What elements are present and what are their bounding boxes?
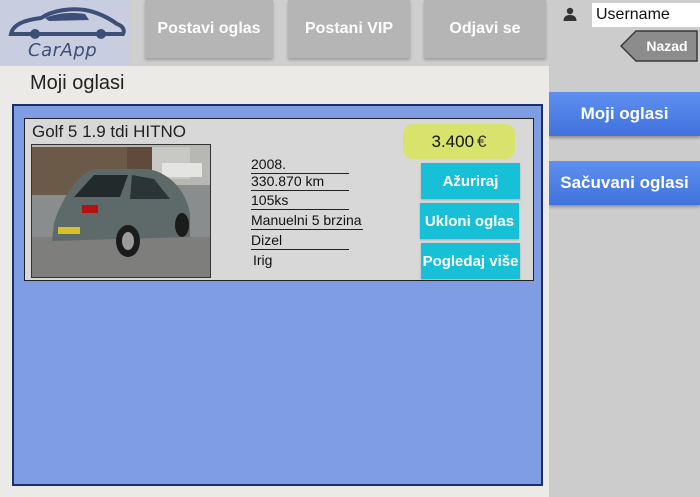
ad-spec-location: Irig — [253, 252, 273, 268]
sidebar-item-saved-ads[interactable]: Sačuvani oglasi — [549, 161, 700, 205]
right-sidebar — [549, 0, 700, 497]
view-more-button[interactable]: Pogledaj više — [421, 243, 520, 279]
ads-list: Golf 5 1.9 tdi HITNO 2008. 330.870 km 10… — [12, 104, 543, 486]
logout-button[interactable]: Odjavi se — [424, 0, 546, 58]
car-photo[interactable] — [31, 144, 211, 278]
ad-card: Golf 5 1.9 tdi HITNO 2008. 330.870 km 10… — [24, 118, 534, 281]
become-vip-button[interactable]: Postani VIP — [288, 0, 410, 58]
sidebar-item-my-ads[interactable]: Moji oglasi — [549, 92, 700, 136]
app-logo[interactable]: CarApp — [0, 0, 130, 65]
ad-title[interactable]: Golf 5 1.9 tdi HITNO — [32, 122, 186, 142]
price-value: 3.400 — [431, 131, 475, 151]
back-label: Nazad — [646, 38, 688, 54]
price-currency: € — [477, 131, 487, 151]
remove-ad-button[interactable]: Ukloni oglas — [420, 203, 519, 239]
ad-spec-power: 105ks — [251, 192, 349, 210]
update-ad-button[interactable]: Ažuriraj — [421, 163, 520, 199]
page-title: Moji oglasi — [30, 72, 125, 94]
username-field[interactable] — [592, 3, 700, 27]
person-icon — [549, 0, 591, 28]
ad-spec-transmission: Manuelni 5 brzina — [251, 212, 363, 230]
back-button[interactable]: Nazad — [620, 30, 698, 62]
main-content: Moji oglasi Golf 5 1.9 tdi HITNO 2008. 3… — [0, 66, 549, 497]
logo-text: CarApp — [28, 40, 98, 61]
ad-spec-mileage: 330.870 km — [251, 173, 349, 191]
price-badge: 3.400 € — [403, 124, 515, 159]
ad-spec-fuel: Dizel — [251, 232, 349, 250]
post-ad-button[interactable]: Postavi oglas — [145, 0, 273, 58]
ad-spec-year: 2008. — [251, 156, 349, 174]
car-logo-icon — [8, 7, 126, 39]
